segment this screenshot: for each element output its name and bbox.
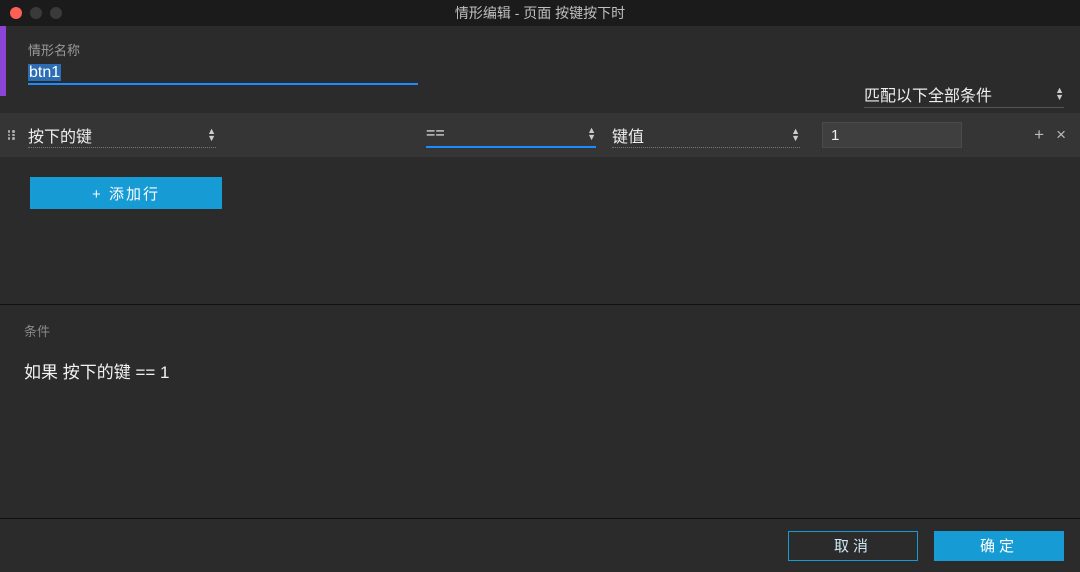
chevron-updown-icon: ▲▼ xyxy=(207,128,216,142)
condition-summary-label: 条件 xyxy=(24,321,1056,340)
drag-handle-icon[interactable] xyxy=(0,130,22,140)
condition-summary-text: 如果 按下的键 == 1 xyxy=(24,358,1056,383)
condition-row: 按下的键 ▲▼ == ▲▼ 键值 ▲▼ 1 + × xyxy=(0,113,1080,157)
window-controls xyxy=(0,7,62,19)
ok-button[interactable]: 确定 xyxy=(934,531,1064,561)
add-row-button[interactable]: + 添加行 xyxy=(30,177,222,209)
condition-value-text: 1 xyxy=(831,127,839,144)
condition-summary-panel: 条件 如果 按下的键 == 1 xyxy=(0,305,1080,515)
match-type-select[interactable]: 匹配以下全部条件 ▲▼ xyxy=(864,80,1064,108)
ok-button-label: 确定 xyxy=(980,535,1018,556)
case-name-value: btn1 xyxy=(28,64,61,81)
add-condition-icon[interactable]: + xyxy=(1034,125,1044,145)
dialog-footer: 取消 确定 xyxy=(0,518,1080,572)
condition-operator-value: == xyxy=(426,125,445,143)
chevron-updown-icon: ▲▼ xyxy=(791,128,800,142)
case-name-label: 情形名称 xyxy=(28,40,1080,59)
condition-target-value: 键值 xyxy=(612,123,644,147)
cancel-button-label: 取消 xyxy=(834,535,872,556)
case-name-input[interactable]: btn1 xyxy=(28,63,418,85)
remove-condition-icon[interactable]: × xyxy=(1056,125,1066,145)
zoom-window-button xyxy=(50,7,62,19)
condition-subject-value: 按下的键 xyxy=(28,123,92,147)
window-titlebar: 情形编辑 - 页面 按键按下时 xyxy=(0,0,1080,26)
add-row-label: + 添加行 xyxy=(92,183,160,204)
condition-value-input[interactable]: 1 xyxy=(822,122,962,148)
cancel-button[interactable]: 取消 xyxy=(788,531,918,561)
condition-subject-select[interactable]: 按下的键 ▲▼ xyxy=(28,122,216,148)
condition-target-select[interactable]: 键值 ▲▼ xyxy=(612,122,800,148)
condition-editor-panel: 情形名称 btn1 匹配以下全部条件 ▲▼ 按下的键 ▲▼ == ▲▼ 键值 ▲… xyxy=(0,26,1080,304)
minimize-window-button xyxy=(30,7,42,19)
accent-indicator xyxy=(0,26,6,96)
chevron-updown-icon: ▲▼ xyxy=(587,127,596,141)
window-title: 情形编辑 - 页面 按键按下时 xyxy=(0,3,1080,23)
condition-operator-select[interactable]: == ▲▼ xyxy=(426,122,596,148)
chevron-updown-icon: ▲▼ xyxy=(1055,87,1064,101)
close-window-button[interactable] xyxy=(10,7,22,19)
match-type-label: 匹配以下全部条件 xyxy=(864,82,992,106)
